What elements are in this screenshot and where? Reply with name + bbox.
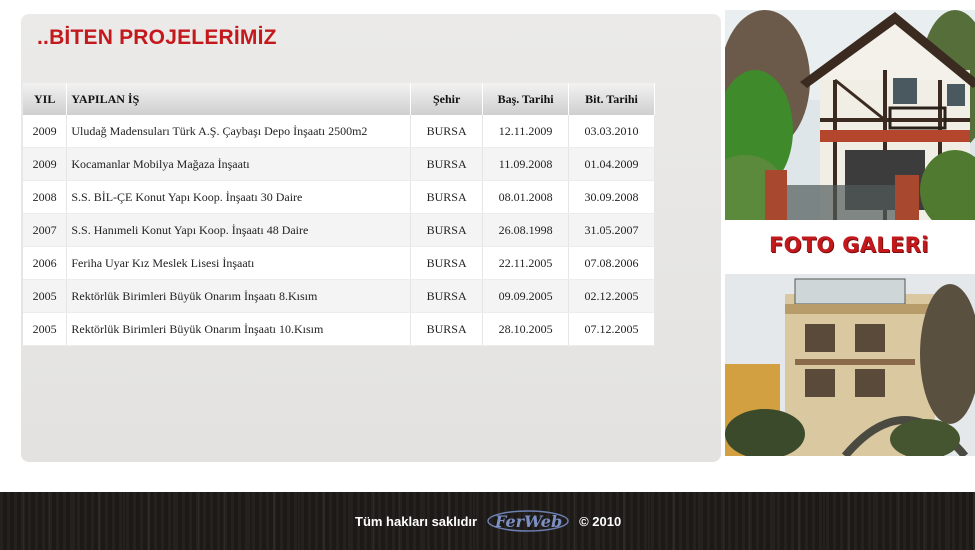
table-row: 2006 Feriha Uyar Kız Meslek Lisesi İnşaa… xyxy=(23,246,655,280)
cell-end-date: 01.04.2009 xyxy=(568,147,655,181)
header-city: Şehir xyxy=(410,83,484,115)
cell-end-date: 02.12.2005 xyxy=(568,279,655,313)
cell-end-date: 30.09.2008 xyxy=(568,180,655,214)
table-row: 2009 Uludağ Madensuları Türk A.Ş. Çaybaş… xyxy=(23,115,655,148)
cell-city: BURSA xyxy=(410,312,484,346)
cell-year: 2007 xyxy=(23,213,68,247)
cell-year: 2009 xyxy=(23,115,68,148)
ferweb-logo[interactable]: FerWeb xyxy=(485,508,571,534)
cell-city: BURSA xyxy=(410,115,484,148)
footer-copyright: © 2010 xyxy=(579,513,622,529)
footer-content: Tüm hakları saklıdır FerWeb © 2010 xyxy=(355,508,621,534)
cell-end-date: 31.05.2007 xyxy=(568,213,655,247)
cell-year: 2005 xyxy=(23,312,68,346)
cell-year: 2008 xyxy=(23,180,68,214)
cell-start-date: 12.11.2009 xyxy=(482,115,570,148)
cell-city: BURSA xyxy=(410,246,484,280)
logo-text: FerWeb xyxy=(494,512,562,531)
gallery-title[interactable]: FOTO GALERi xyxy=(769,233,929,257)
cell-end-date: 03.03.2010 xyxy=(568,115,655,148)
cell-city: BURSA xyxy=(410,213,484,247)
header-start-date: Baş. Tarihi xyxy=(482,83,570,115)
cell-work: Kocamanlar Mobilya Mağaza İnşaatı xyxy=(66,147,412,181)
cell-year: 2006 xyxy=(23,246,68,280)
cell-city: BURSA xyxy=(410,147,484,181)
cell-year: 2005 xyxy=(23,279,68,313)
photo-gallery[interactable]: FOTO GALERi xyxy=(725,10,975,456)
footer-rights-text: Tüm hakları saklıdır xyxy=(355,513,478,529)
footer: Tüm hakları saklıdır FerWeb © 2010 xyxy=(0,492,975,550)
cell-work: Uludağ Madensuları Türk A.Ş. Çaybaşı Dep… xyxy=(66,115,412,148)
table-row: 2007 S.S. Hanımeli Konut Yapı Koop. İnşa… xyxy=(23,213,655,247)
cell-start-date: 28.10.2005 xyxy=(482,312,570,346)
table-header-row: YIL YAPILAN İŞ Şehir Baş. Tarihi Bit. Ta… xyxy=(23,83,655,115)
cell-city: BURSA xyxy=(410,279,484,313)
cell-work: S.S. BİL-ÇE Konut Yapı Koop. İnşaatı 30 … xyxy=(66,180,412,214)
header-year: YIL xyxy=(23,83,68,115)
projects-panel: ..BİTEN PROJELERİMİZ YIL YAPILAN İŞ Şehi… xyxy=(21,14,721,462)
cell-start-date: 09.09.2005 xyxy=(482,279,570,313)
gallery-photo-building[interactable] xyxy=(725,274,975,456)
cell-year: 2009 xyxy=(23,147,68,181)
header-work: YAPILAN İŞ xyxy=(66,83,412,115)
gallery-photo-house[interactable] xyxy=(725,10,975,220)
header-end-date: Bit. Tarihi xyxy=(568,83,655,115)
table-row: 2005 Rektörlük Birimleri Büyük Onarım İn… xyxy=(23,312,655,346)
cell-city: BURSA xyxy=(410,180,484,214)
cell-work: Rektörlük Birimleri Büyük Onarım İnşaatı… xyxy=(66,312,412,346)
table-row: 2009 Kocamanlar Mobilya Mağaza İnşaatı B… xyxy=(23,147,655,181)
cell-work: Rektörlük Birimleri Büyük Onarım İnşaatı… xyxy=(66,279,412,313)
cell-work: S.S. Hanımeli Konut Yapı Koop. İnşaatı 4… xyxy=(66,213,412,247)
projects-table: YIL YAPILAN İŞ Şehir Baş. Tarihi Bit. Ta… xyxy=(23,83,655,346)
table-row: 2008 S.S. BİL-ÇE Konut Yapı Koop. İnşaat… xyxy=(23,180,655,214)
cell-start-date: 22.11.2005 xyxy=(482,246,570,280)
section-title: ..BİTEN PROJELERİMİZ xyxy=(37,26,277,49)
cell-start-date: 11.09.2008 xyxy=(482,147,570,181)
cell-start-date: 08.01.2008 xyxy=(482,180,570,214)
cell-work: Feriha Uyar Kız Meslek Lisesi İnşaatı xyxy=(66,246,412,280)
cell-end-date: 07.08.2006 xyxy=(568,246,655,280)
cell-start-date: 26.08.1998 xyxy=(482,213,570,247)
cell-end-date: 07.12.2005 xyxy=(568,312,655,346)
table-row: 2005 Rektörlük Birimleri Büyük Onarım İn… xyxy=(23,279,655,313)
